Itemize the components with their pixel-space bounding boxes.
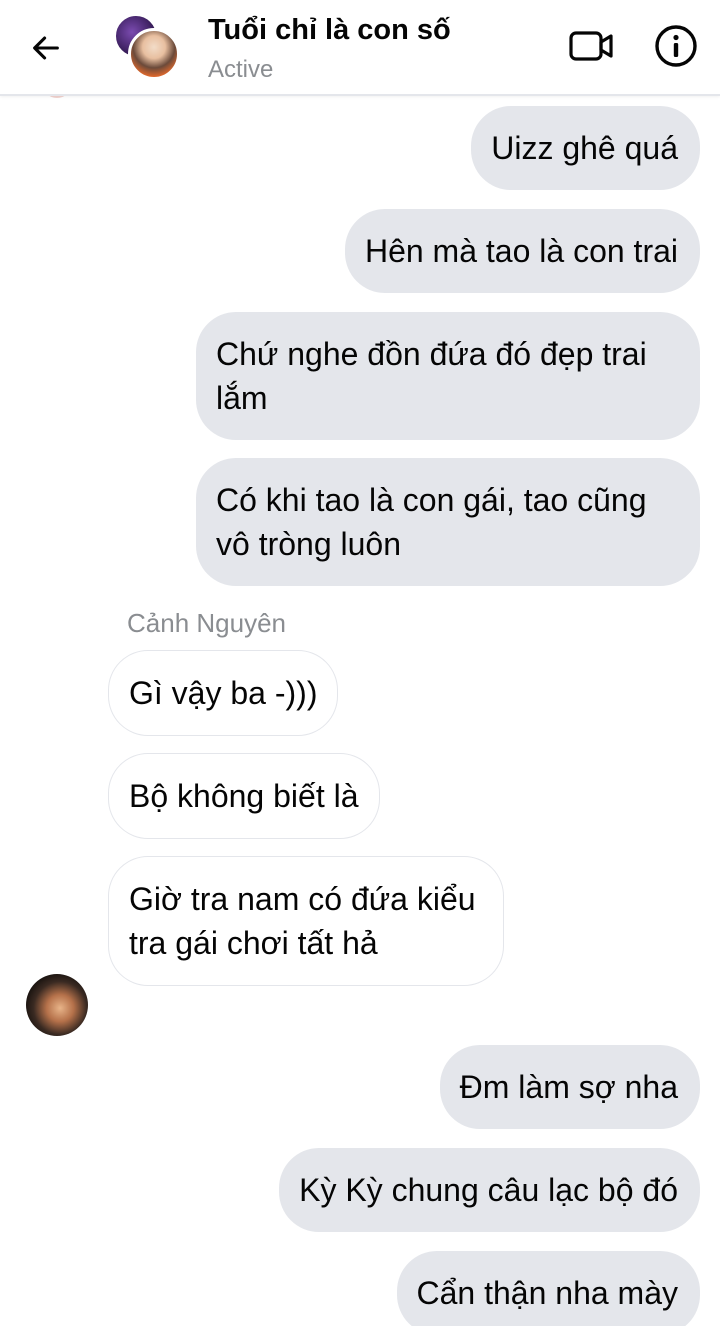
outgoing-message[interactable]: Chứ nghe đồn đứa đó đẹp trai lắm [196, 312, 700, 440]
sender-avatar[interactable] [26, 974, 88, 1036]
active-status: Active [208, 56, 274, 83]
arrow-left-icon [33, 36, 59, 60]
outgoing-message[interactable]: Đm làm sợ nha [439, 1045, 700, 1129]
outgoing-message[interactable]: Hên mà tao là con trai [344, 209, 700, 293]
outgoing-message[interactable]: Uizz ghê quá [471, 106, 700, 190]
group-avatar-front [128, 28, 180, 80]
outgoing-message[interactable]: Cẩn thận nha mày [396, 1251, 700, 1326]
back-button[interactable] [22, 26, 70, 70]
group-avatar[interactable] [114, 14, 180, 80]
incoming-message[interactable]: Bộ không biết là [108, 753, 380, 839]
video-camera-icon [569, 31, 613, 61]
info-icon [655, 25, 697, 67]
info-button[interactable] [652, 22, 700, 70]
incoming-message[interactable]: Giờ tra nam có đứa kiểu tra gái chơi tất… [108, 856, 504, 986]
sender-name: Cảnh Nguyên [127, 608, 286, 638]
conversation-title[interactable]: Tuổi chỉ là con số [208, 14, 451, 47]
chat-header: Tuổi chỉ là con số Active [0, 0, 720, 96]
outgoing-message[interactable]: Kỳ Kỳ chung câu lạc bộ đó [279, 1148, 700, 1232]
outgoing-message[interactable]: Có khi tao là con gái, tao cũng vô tròng… [196, 458, 700, 586]
incoming-message[interactable]: Gì vậy ba -))) [108, 650, 339, 736]
chat-screen: Tuổi chỉ là con số Active Uizz ghê quá H… [0, 0, 720, 1326]
video-call-button[interactable] [566, 24, 618, 68]
